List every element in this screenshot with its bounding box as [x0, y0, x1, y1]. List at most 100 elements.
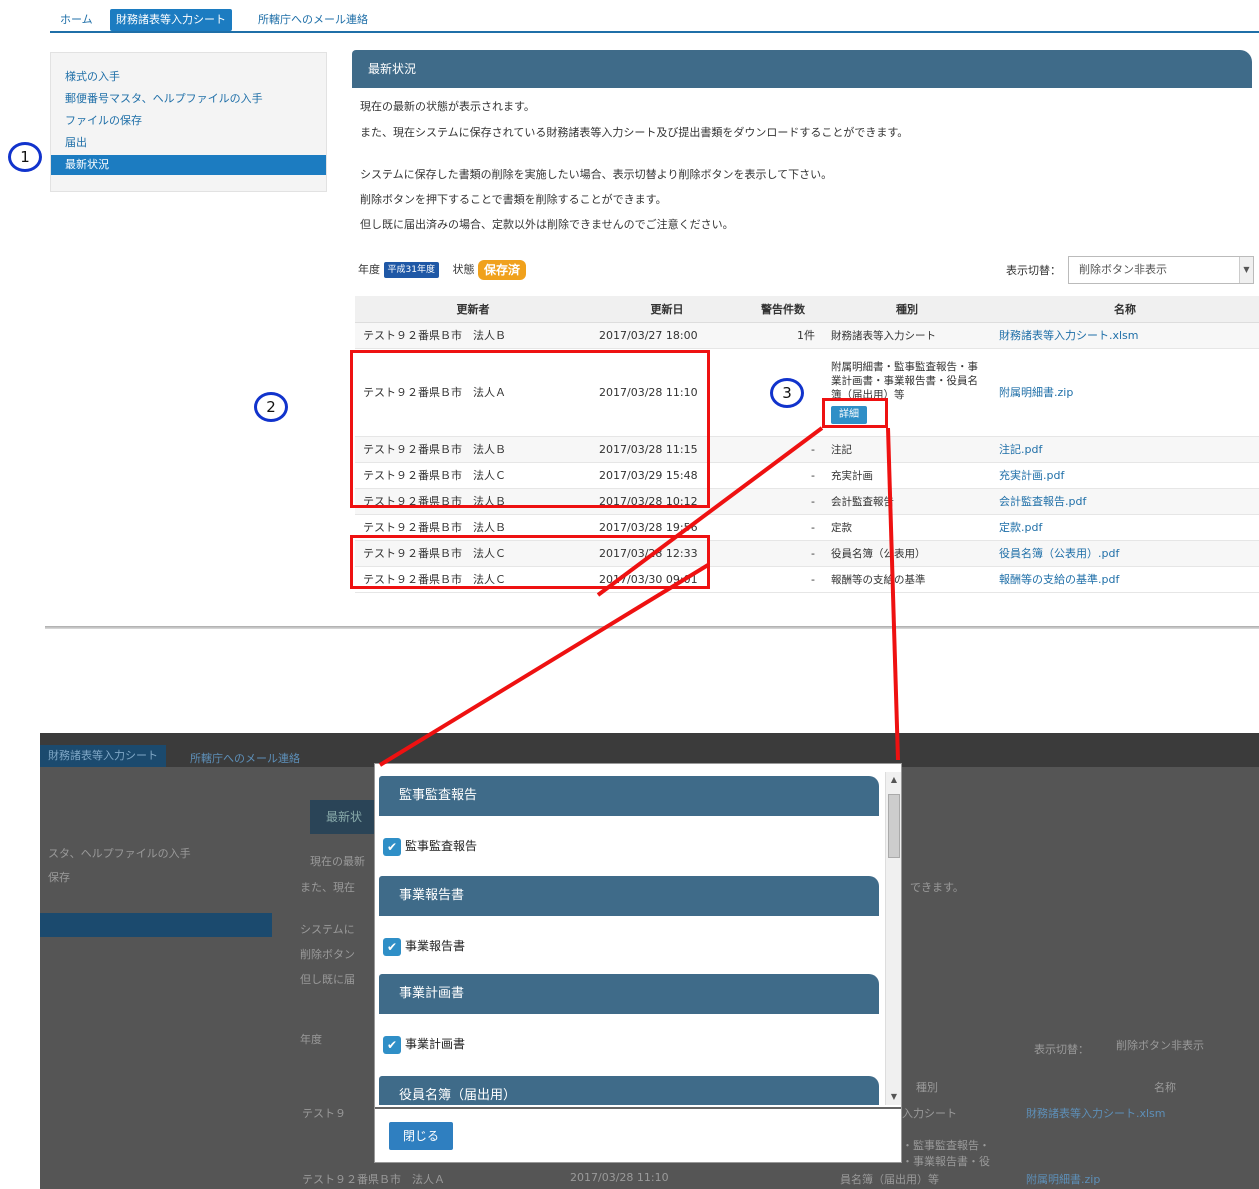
dim-row-updater: テスト９２番県Ｂ市 法人Ａ: [302, 1173, 445, 1186]
file-link[interactable]: 会計監査報告.pdf: [991, 488, 1259, 515]
sidebar: 様式の入手 郵便番号マスタ、ヘルプファイルの入手 ファイルの保存 届出 最新状況: [50, 52, 327, 192]
year-label: 年度: [358, 263, 380, 276]
dim-description: また、現在: [300, 881, 355, 894]
detail-modal: 監事監査報告 ✔ 監事監査報告 事業報告書 ✔ 事業報告書 事業計画書 ✔ 事業計画書…: [374, 763, 902, 1163]
file-link[interactable]: 定款.pdf: [991, 514, 1259, 541]
display-toggle-select[interactable]: 削除ボタン非表示 ▼: [1068, 256, 1254, 284]
dim-sidebar-item: 保存: [48, 871, 70, 884]
col-warnings: 警告件数: [743, 296, 823, 323]
section-title: 事業計画書: [379, 974, 879, 1014]
file-link[interactable]: 充実計画.pdf: [991, 462, 1259, 489]
cell-warnings: -: [743, 462, 823, 489]
col-date: 更新日: [591, 296, 743, 323]
dim-description: 削除ボタン: [300, 948, 355, 961]
description-line: 削除ボタンを押下することで書類を削除することができます。: [360, 193, 667, 206]
dim-display-toggle: 表示切替：: [1034, 1043, 1089, 1056]
panel-title: 最新状況: [352, 50, 1252, 88]
latest-status-screen: ホーム 財務諸表等入力シート 所轄庁へのメール連絡 様式の入手 郵便番号マスタ、…: [0, 0, 1259, 640]
checkbox-item[interactable]: ✔ 事業計画書: [383, 1034, 465, 1054]
dim-description: 現在の最新: [310, 855, 365, 868]
cell-updater: テスト９２番県Ｂ市 法人Ｂ: [355, 322, 591, 349]
nav-financial-sheet[interactable]: 財務諸表等入力シート: [110, 9, 232, 31]
marker-1: 1: [8, 142, 42, 172]
description-line: 但し既に届出済みの場合、定款以外は削除できませんのでご注意ください。: [360, 218, 734, 231]
dim-tab-mail: 所轄庁へのメール連絡: [190, 752, 300, 765]
chevron-down-icon[interactable]: ▼: [1239, 257, 1253, 283]
cell-warnings: -: [743, 566, 823, 593]
modal-divider: [375, 1107, 901, 1109]
description-line: また、現在システムに保存されている財務諸表等入力シート及び提出書類をダウンロード…: [360, 126, 909, 139]
cell-type: 報酬等の支給の基準: [823, 566, 991, 593]
cell-type: 財務諸表等入力シート: [823, 322, 991, 349]
sidebar-item-forms[interactable]: 様式の入手: [51, 67, 326, 87]
col-type: 種別: [823, 296, 991, 323]
dim-display-value: 削除ボタン非表示: [1116, 1039, 1204, 1052]
file-link[interactable]: 注記.pdf: [991, 436, 1259, 463]
dim-row-date: 2017/03/28 11:10: [570, 1171, 669, 1184]
dim-description: できます。: [910, 881, 964, 894]
file-link[interactable]: 財務諸表等入力シート.xlsm: [991, 322, 1259, 349]
col-updater: 更新者: [355, 296, 591, 323]
close-button[interactable]: 閉じる: [389, 1122, 453, 1150]
highlight-box-detail: [822, 398, 888, 428]
sidebar-item-save-file[interactable]: ファイルの保存: [51, 111, 326, 131]
check-icon[interactable]: ✔: [383, 837, 401, 856]
cell-date: 2017/03/27 18:00: [591, 322, 743, 349]
nav-home[interactable]: ホーム: [54, 9, 99, 31]
cell-type-text: 附属明細書・監事監査報告・事業計画書・事業報告書・役員名簿（届出用）等: [831, 361, 978, 401]
dim-description: システムに: [300, 923, 355, 936]
cell-warnings: -: [743, 488, 823, 515]
checkbox-item[interactable]: ✔ 監事監査報告: [383, 836, 477, 856]
modal-scrollbar[interactable]: ▲ ▼: [885, 772, 901, 1105]
dim-description: 但し既に届: [300, 973, 355, 986]
dim-row-type: ・事業報告書・役: [902, 1155, 990, 1168]
year-status-row: 年度 平成31年度 状態 保存済: [358, 260, 526, 280]
marker-2: 2: [254, 392, 288, 422]
table-row: テスト９２番県Ｂ市 法人Ｂ 2017/03/27 18:00 1件 財務諸表等入…: [355, 322, 1259, 349]
checkbox-label: 監事監査報告: [405, 839, 478, 853]
display-toggle-value: 削除ボタン非表示: [1079, 263, 1167, 276]
marker-3: 3: [770, 378, 804, 408]
scroll-down-icon[interactable]: ▼: [886, 1089, 902, 1105]
divider: [45, 626, 1259, 629]
cell-type: 会計監査報告: [823, 488, 991, 515]
display-toggle-label: 表示切替：: [1006, 264, 1061, 277]
nav-mail[interactable]: 所轄庁へのメール連絡: [252, 9, 374, 31]
table-header: 更新者 更新日 警告件数 種別 名称: [355, 296, 1259, 323]
sidebar-item-latest-status[interactable]: 最新状況: [51, 155, 326, 175]
dim-col-name: 名称: [1154, 1081, 1176, 1094]
check-icon[interactable]: ✔: [383, 937, 401, 956]
check-icon[interactable]: ✔: [383, 1035, 401, 1054]
file-link[interactable]: 報酬等の支給の基準.pdf: [991, 566, 1259, 593]
description-line: システムに保存した書類の削除を実施したい場合、表示切替より削除ボタンを表示して下…: [360, 168, 833, 181]
sidebar-item-submission[interactable]: 届出: [51, 133, 326, 153]
cell-type: 役員名簿（公表用）: [823, 540, 991, 567]
file-link[interactable]: 役員名簿（公表用）.pdf: [991, 540, 1259, 567]
checkbox-label: 事業報告書: [405, 939, 466, 953]
cell-warnings: 1件: [743, 322, 823, 349]
cell-type: 充実計画: [823, 462, 991, 489]
description-line: 現在の最新の状態が表示されます。: [360, 100, 535, 113]
sidebar-item-postal-master[interactable]: 郵便番号マスタ、ヘルプファイルの入手: [51, 89, 326, 109]
dim-tab-financial-sheet: 財務諸表等入力シート: [40, 745, 166, 767]
dim-sidebar-active: [40, 913, 272, 937]
year-badge: 平成31年度: [383, 262, 439, 278]
status-badge: 保存済: [477, 260, 526, 280]
top-navigation: ホーム 財務諸表等入力シート 所轄庁へのメール連絡: [50, 7, 1259, 33]
cell-warnings: -: [743, 436, 823, 463]
cell-warnings: -: [743, 540, 823, 567]
dim-col-type: 種別: [916, 1081, 938, 1094]
status-label: 状態: [452, 263, 475, 276]
highlight-box-rows: [350, 350, 710, 508]
scrollbar-thumb[interactable]: [888, 794, 900, 858]
dim-row-name: 附属明細書.zip: [1026, 1173, 1101, 1186]
cell-type: 定款: [823, 514, 991, 541]
file-link[interactable]: 附属明細書.zip: [991, 348, 1259, 437]
dim-row-type: ・監事監査報告・: [902, 1139, 990, 1152]
modal-scroll-area[interactable]: 監事監査報告 ✔ 監事監査報告 事業報告書 ✔ 事業報告書 事業計画書 ✔ 事業計画書…: [375, 772, 883, 1105]
dim-row-name: 財務諸表等入力シート.xlsm: [1026, 1107, 1166, 1120]
section-title: 事業報告書: [379, 876, 879, 916]
scroll-up-icon[interactable]: ▲: [886, 772, 902, 788]
dim-row-updater: テスト９: [302, 1107, 346, 1120]
checkbox-item[interactable]: ✔ 事業報告書: [383, 936, 465, 956]
